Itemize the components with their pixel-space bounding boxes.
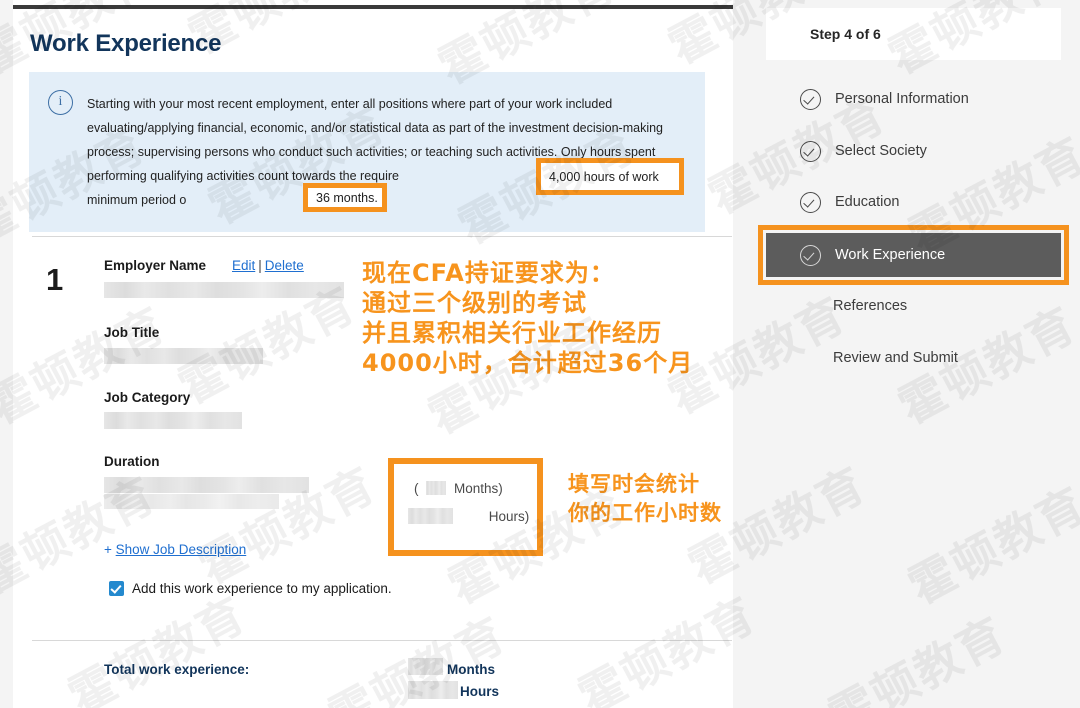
employer-name-value-redacted (104, 282, 344, 298)
months-unit-label: Months) (454, 481, 503, 496)
job-category-label: Job Category (104, 390, 190, 405)
show-job-description-row[interactable]: + Show Job Description (104, 542, 246, 557)
add-work-experience-checkbox-row[interactable]: Add this work experience to my applicati… (109, 581, 392, 596)
duration-label: Duration (104, 454, 160, 469)
duration-value-redacted-2 (104, 494, 279, 509)
check-circle-icon (800, 245, 821, 266)
sidebar-item-personal-information[interactable]: Personal Information (766, 78, 1061, 120)
hours-unit-label: Hours) (489, 509, 530, 524)
step-indicator-text: Step 4 of 6 (810, 26, 881, 42)
entry-number: 1 (46, 262, 63, 298)
highlight-box-36-months: 36 months. (303, 183, 387, 212)
months-value-redacted (426, 481, 446, 495)
total-work-experience-label: Total work experience: (104, 662, 249, 677)
info-icon: i (48, 90, 73, 115)
total-hours-value-redacted (408, 681, 458, 699)
months-prefix: ( (414, 481, 419, 496)
total-hours-unit: Hours (460, 684, 499, 699)
employer-name-label: Employer Name (104, 258, 206, 273)
sidebar-item-select-society[interactable]: Select Society (766, 130, 1061, 172)
top-rule-divider (13, 5, 733, 9)
sidebar-item-review-and-submit[interactable]: Review and Submit (766, 337, 1061, 379)
total-months-unit: Months (447, 662, 495, 677)
highlight-36-months-text: 36 months. (308, 191, 378, 205)
sidebar-item-label: Select Society (835, 143, 927, 159)
annotation-hours-tally: 填写时会统计 你的工作小时数 (568, 470, 722, 528)
job-title-value-redacted (104, 348, 263, 364)
add-work-experience-checkbox-label: Add this work experience to my applicati… (132, 581, 392, 596)
annotation-cfa-requirements: 现在CFA持证要求为： 通过三个级别的考试 并且累积相关行业工作经历 4000小… (362, 258, 693, 378)
expand-plus-icon: + (104, 542, 112, 557)
job-title-label: Job Title (104, 325, 159, 340)
highlight-4000-hours-text: 4,000 hours of work (541, 170, 659, 184)
edit-link[interactable]: Edit (232, 258, 255, 273)
sidebar-item-references[interactable]: References (766, 285, 1061, 327)
duration-hours-line: Hours) (408, 505, 529, 524)
duration-value-redacted-1 (104, 477, 309, 493)
section-divider-top (32, 236, 732, 237)
show-job-description-link[interactable]: Show Job Description (116, 542, 247, 557)
sidebar-item-label: Personal Information (835, 91, 969, 107)
section-divider-bottom (32, 640, 732, 641)
hours-value-redacted (408, 508, 453, 524)
sidebar-item-education[interactable]: Education (766, 181, 1061, 223)
sidebar-item-label: Work Experience (835, 247, 945, 263)
page-title: Work Experience (30, 30, 221, 58)
sidebar-item-label: Review and Submit (833, 350, 958, 366)
checkbox-checked-icon[interactable] (109, 581, 124, 596)
sidebar-item-label: Education (835, 194, 900, 210)
action-separator: | (255, 258, 265, 273)
check-circle-icon (800, 192, 821, 213)
delete-link[interactable]: Delete (265, 258, 304, 273)
sidebar-item-work-experience[interactable]: Work Experience (766, 233, 1061, 277)
job-category-value-redacted (104, 412, 242, 429)
total-months-value-redacted (408, 658, 443, 675)
highlight-box-4000-hours: 4,000 hours of work (536, 158, 684, 195)
check-circle-icon (800, 89, 821, 110)
duration-months-line: ( Months) (414, 479, 503, 496)
entry-actions: Edit|Delete (232, 258, 304, 273)
check-circle-icon (800, 141, 821, 162)
sidebar-item-label: References (833, 298, 907, 314)
